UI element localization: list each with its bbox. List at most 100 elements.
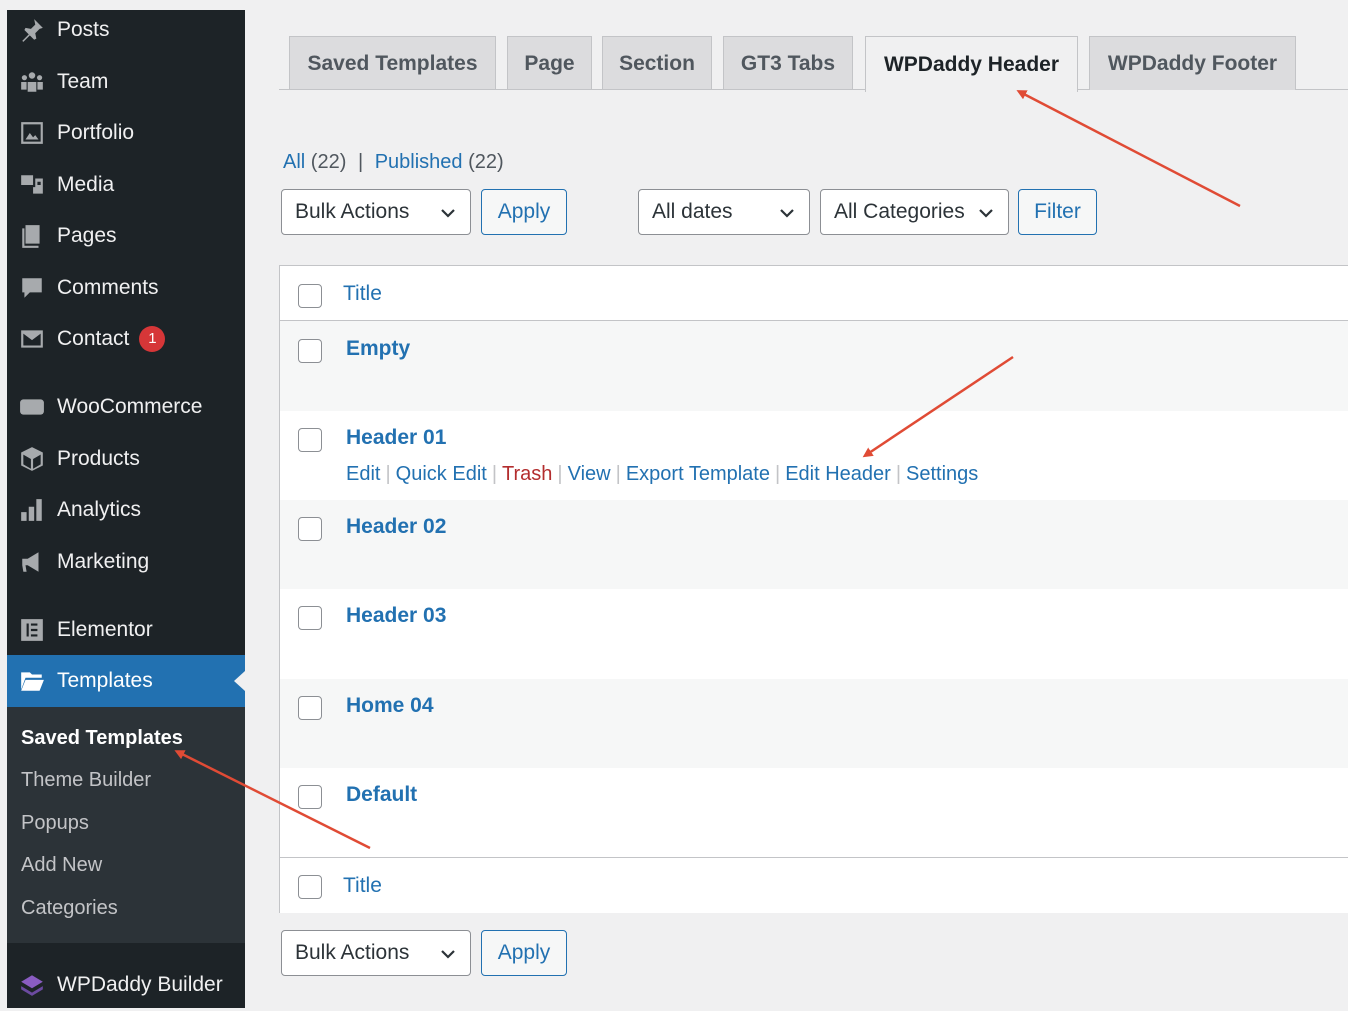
submenu-theme-builder[interactable]: Theme Builder [21, 769, 151, 792]
sidebar-item-pages[interactable]: Pages [7, 210, 245, 262]
column-title-footer[interactable]: Title [343, 874, 382, 898]
chevron-down-icon [780, 209, 794, 218]
table-row: Header 02 [280, 500, 1348, 589]
row-title-link[interactable]: Default [346, 783, 417, 807]
status-filter-links: All (22) | Published (22) [283, 151, 504, 174]
sidebar-item-label: Marketing [57, 550, 150, 573]
envelope-icon [7, 326, 57, 352]
portfolio-icon [7, 120, 57, 146]
sidebar-item-wpdaddy-builder[interactable]: WPDaddy Builder [7, 959, 245, 1011]
sidebar-item-templates[interactable]: Templates [7, 655, 245, 707]
admin-sidebar: Posts Team Portfolio Media Pages Comment… [7, 10, 245, 1008]
edit-header-link[interactable]: Edit Header [785, 463, 891, 485]
sidebar-item-contact[interactable]: Contact 1 [7, 313, 245, 365]
row-checkbox[interactable] [298, 428, 322, 452]
table-row: Empty [280, 321, 1348, 411]
pages-icon [7, 223, 57, 249]
submenu-popups[interactable]: Popups [21, 812, 89, 835]
sidebar-item-comments[interactable]: Comments [7, 262, 245, 314]
tab-saved-templates[interactable]: Saved Templates [289, 36, 496, 90]
sidebar-item-label: Media [57, 173, 115, 196]
submenu-add-new[interactable]: Add New [21, 854, 102, 877]
sidebar-item-portfolio[interactable]: Portfolio [7, 107, 245, 159]
sidebar-item-label: Pages [57, 224, 117, 247]
team-icon [7, 69, 57, 95]
row-title-link[interactable]: Home 04 [346, 694, 434, 718]
edit-link[interactable]: Edit [346, 463, 380, 485]
sidebar-item-label: Products [57, 447, 140, 470]
sidebar-item-media[interactable]: Media [7, 159, 245, 211]
table-row: Header 01 Edit | Quick Edit | Trash | View | Exp… [280, 411, 1348, 500]
woo-icon [7, 394, 57, 420]
sidebar-item-label: Comments [57, 276, 159, 299]
filter-all-link[interactable]: All [283, 151, 305, 173]
tab-wpdaddy-footer[interactable]: WPDaddy Footer [1089, 36, 1296, 90]
select-value: All dates [652, 200, 733, 223]
row-title-link[interactable]: Header 01 [346, 426, 446, 450]
select-all-checkbox-bottom[interactable] [298, 875, 322, 899]
layers-icon [7, 972, 57, 998]
dates-select[interactable]: All dates [638, 189, 810, 235]
row-checkbox[interactable] [298, 517, 322, 541]
action-separator: | [491, 463, 498, 485]
sidebar-item-team[interactable]: Team [7, 56, 245, 108]
column-title-header[interactable]: Title [343, 282, 382, 306]
row-title-link[interactable]: Header 02 [346, 515, 446, 539]
row-title-link[interactable]: Header 03 [346, 604, 446, 628]
apply-button-bottom[interactable]: Apply [481, 930, 567, 976]
sidebar-item-marketing[interactable]: Marketing [7, 536, 245, 588]
categories-select[interactable]: All Categories [820, 189, 1009, 235]
view-link[interactable]: View [568, 463, 611, 485]
row-checkbox[interactable] [298, 696, 322, 720]
table-row: Home 04 [280, 679, 1348, 768]
sidebar-item-label: Contact [57, 327, 130, 350]
sidebar-item-products[interactable]: Products [7, 433, 245, 485]
notification-badge: 1 [139, 326, 166, 352]
action-separator: | [895, 463, 902, 485]
megaphone-icon [7, 549, 57, 575]
sidebar-item-posts[interactable]: Posts [7, 4, 245, 56]
row-title-link[interactable]: Empty [346, 337, 410, 361]
row-checkbox[interactable] [298, 339, 322, 363]
tab-wpdaddy-header[interactable]: WPDaddy Header [865, 36, 1078, 92]
sidebar-item-label: WooCommerce [57, 395, 203, 418]
templates-table: Title Empty Header 01 Edit | Quick Edit | Tr… [279, 265, 1348, 913]
filter-button[interactable]: Filter [1018, 189, 1097, 235]
select-all-checkbox[interactable] [298, 284, 322, 308]
action-separator: | [615, 463, 621, 485]
sidebar-item-woocommerce[interactable]: WooCommerce [7, 381, 245, 433]
table-row: Default [280, 768, 1348, 857]
sidebar-item-analytics[interactable]: Analytics [7, 484, 245, 536]
templates-submenu: Saved Templates Theme Builder Popups Add… [7, 707, 245, 943]
select-value: Bulk Actions [295, 200, 410, 223]
table-row: Header 03 [280, 589, 1348, 679]
sidebar-item-elementor[interactable]: Elementor [7, 604, 245, 656]
submenu-categories[interactable]: Categories [21, 897, 118, 920]
sidebar-item-label: Analytics [57, 498, 142, 521]
action-separator: | [774, 463, 781, 485]
trash-link[interactable]: Trash [502, 463, 552, 485]
elementor-icon [7, 617, 57, 643]
export-template-link[interactable]: Export Template [626, 463, 770, 485]
submenu-saved-templates[interactable]: Saved Templates [21, 727, 183, 750]
tab-section[interactable]: Section [602, 36, 712, 90]
tab-gt3-tabs[interactable]: GT3 Tabs [723, 36, 853, 90]
apply-button-top[interactable]: Apply [481, 189, 567, 235]
table-header: Title [280, 266, 1348, 321]
row-checkbox[interactable] [298, 785, 322, 809]
quick-edit-link[interactable]: Quick Edit [396, 463, 487, 485]
table-footer: Title [280, 857, 1348, 913]
tab-page[interactable]: Page [507, 36, 592, 90]
settings-link[interactable]: Settings [906, 463, 978, 485]
filter-published-link[interactable]: Published [375, 151, 463, 173]
bulk-actions-select-bottom[interactable]: Bulk Actions [281, 930, 471, 976]
sidebar-item-label: Elementor [57, 618, 153, 641]
select-value: All Categories [834, 200, 965, 223]
chevron-down-icon [441, 209, 455, 218]
sidebar-item-label: WPDaddy Builder [57, 973, 223, 996]
products-icon [7, 446, 57, 472]
sidebar-item-label: Templates [57, 669, 153, 692]
bulk-actions-select-top[interactable]: Bulk Actions [281, 189, 471, 235]
pushpin-icon [7, 17, 57, 43]
row-checkbox[interactable] [298, 606, 322, 630]
